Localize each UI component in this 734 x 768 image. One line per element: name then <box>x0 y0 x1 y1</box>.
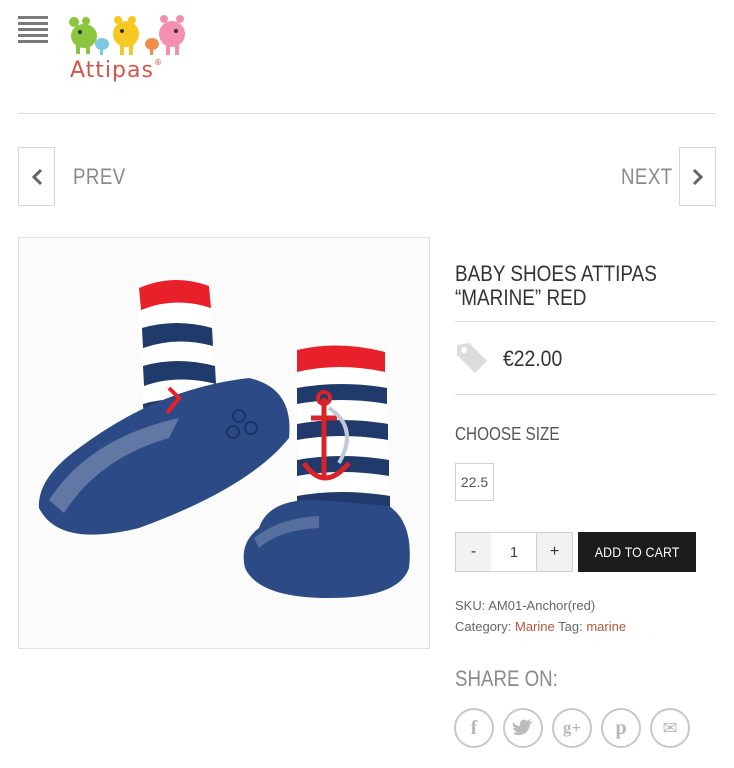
sku-label: SKU: <box>455 598 486 613</box>
pinterest-share-button[interactable]: p <box>601 708 641 748</box>
baby-shoes-image <box>19 238 429 648</box>
price-tag-icon <box>457 343 487 373</box>
quantity-decrease-button[interactable]: - <box>455 532 492 572</box>
header-divider <box>18 113 716 114</box>
email-share-button[interactable]: ✉ <box>650 708 690 748</box>
twitter-share-button[interactable] <box>503 708 543 748</box>
sku-value: AM01-Anchor(red) <box>488 598 596 613</box>
add-to-cart-label: ADD TO CART <box>594 544 680 560</box>
google-plus-share-button[interactable]: g+ <box>552 708 592 748</box>
email-icon: ✉ <box>662 717 678 739</box>
category-label: Category: <box>455 619 512 634</box>
google-plus-icon: g+ <box>562 718 582 737</box>
pinterest-icon: p <box>615 716 627 739</box>
price-divider <box>455 394 716 395</box>
chevron-left-icon <box>31 168 42 185</box>
logo-characters-icon <box>69 15 185 55</box>
chevron-right-icon <box>692 168 703 185</box>
share-on-label: SHARE ON: <box>455 666 558 691</box>
product-image[interactable] <box>18 237 430 649</box>
tag-label: Tag: <box>558 619 583 634</box>
prev-button[interactable] <box>18 147 55 206</box>
add-to-cart-button[interactable]: ADD TO CART <box>578 532 696 572</box>
facebook-icon: f <box>470 716 478 739</box>
size-option[interactable]: 22.5 <box>455 463 494 501</box>
next-label[interactable]: NEXT <box>621 164 673 190</box>
brand-logo[interactable]: Attipas® <box>64 12 192 92</box>
quantity-input[interactable] <box>491 532 537 572</box>
product-category: Category: Marine Tag: marine <box>455 619 626 634</box>
facebook-share-button[interactable]: f <box>454 708 494 748</box>
product-price: €22.00 <box>503 346 563 371</box>
category-link[interactable]: Marine <box>515 619 555 634</box>
prev-label[interactable]: PREV <box>73 164 126 190</box>
tag-link[interactable]: marine <box>586 619 626 634</box>
hamburger-menu-icon[interactable] <box>18 16 48 44</box>
twitter-icon <box>512 719 533 736</box>
product-sku: SKU: AM01-Anchor(red) <box>455 598 595 613</box>
title-divider <box>455 321 716 322</box>
quantity-increase-button[interactable]: + <box>536 532 573 572</box>
choose-size-label: CHOOSE SIZE <box>455 424 560 444</box>
product-title: BABY SHOES ATTIPAS “MARINE” RED <box>455 261 657 310</box>
logo-wordmark: Attipas® <box>70 58 163 83</box>
next-button[interactable] <box>679 147 716 206</box>
